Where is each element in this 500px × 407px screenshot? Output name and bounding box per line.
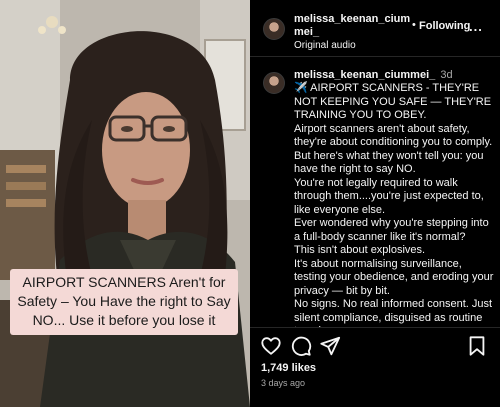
caption-line: This isn't about explosives.: [294, 244, 426, 256]
post-details-panel: melissa_keenan_ciummei_ Original audio •…: [250, 0, 500, 407]
author-avatar[interactable]: [263, 18, 285, 40]
caption-line: No signs. No real informed consent. Just…: [294, 298, 493, 328]
comment-icon[interactable]: [290, 335, 312, 357]
comment-username[interactable]: melissa_keenan_ciummei_: [294, 69, 435, 81]
divider: [250, 327, 500, 328]
heart-icon[interactable]: [260, 335, 282, 357]
video-player[interactable]: AIRPORT SCANNERS Aren't for Safety – You…: [0, 0, 250, 407]
send-icon[interactable]: [319, 335, 341, 357]
more-options-button[interactable]: ...: [469, 19, 483, 34]
comment-avatar[interactable]: [263, 72, 285, 94]
caption-line: Airport scanners aren't about safety, th…: [294, 122, 493, 149]
likes-count[interactable]: 1,749 likes: [261, 362, 316, 374]
caption-line: Ever wondered why you're stepping into a…: [294, 217, 489, 243]
bookmark-icon[interactable]: [466, 335, 488, 357]
video-caption: AIRPORT SCANNERS Aren't for Safety – You…: [10, 269, 238, 335]
action-bar: [250, 335, 500, 359]
caption-line: You're not legally required to walk thro…: [294, 176, 484, 216]
video-frame: [0, 0, 250, 407]
comment-timestamp[interactable]: 3d: [440, 69, 452, 81]
caption-line: ✈️ AIRPORT SCANNERS - THEY'RE NOT KEEPIN…: [294, 82, 492, 121]
caption-comment: melissa_keenan_ciummei_ 3d ✈️ AIRPORT SC…: [250, 66, 500, 328]
audio-label[interactable]: Original audio: [294, 40, 356, 51]
following-button[interactable]: Following: [419, 20, 470, 32]
post-age[interactable]: 3 days ago: [261, 378, 305, 388]
author-username[interactable]: melissa_keenan_ciummei_: [294, 13, 416, 39]
caption-line: But here's what they won't tell you: you…: [294, 149, 484, 176]
comment-username-line: melissa_keenan_ciummei_ 3d: [294, 69, 453, 81]
caption-text: ✈️ AIRPORT SCANNERS - THEY'RE NOT KEEPIN…: [294, 82, 494, 328]
post-header: melissa_keenan_ciummei_ Original audio •…: [250, 0, 500, 57]
caption-line: It's about normalising surveillance, tes…: [294, 257, 494, 297]
separator-dot: •: [412, 19, 416, 31]
